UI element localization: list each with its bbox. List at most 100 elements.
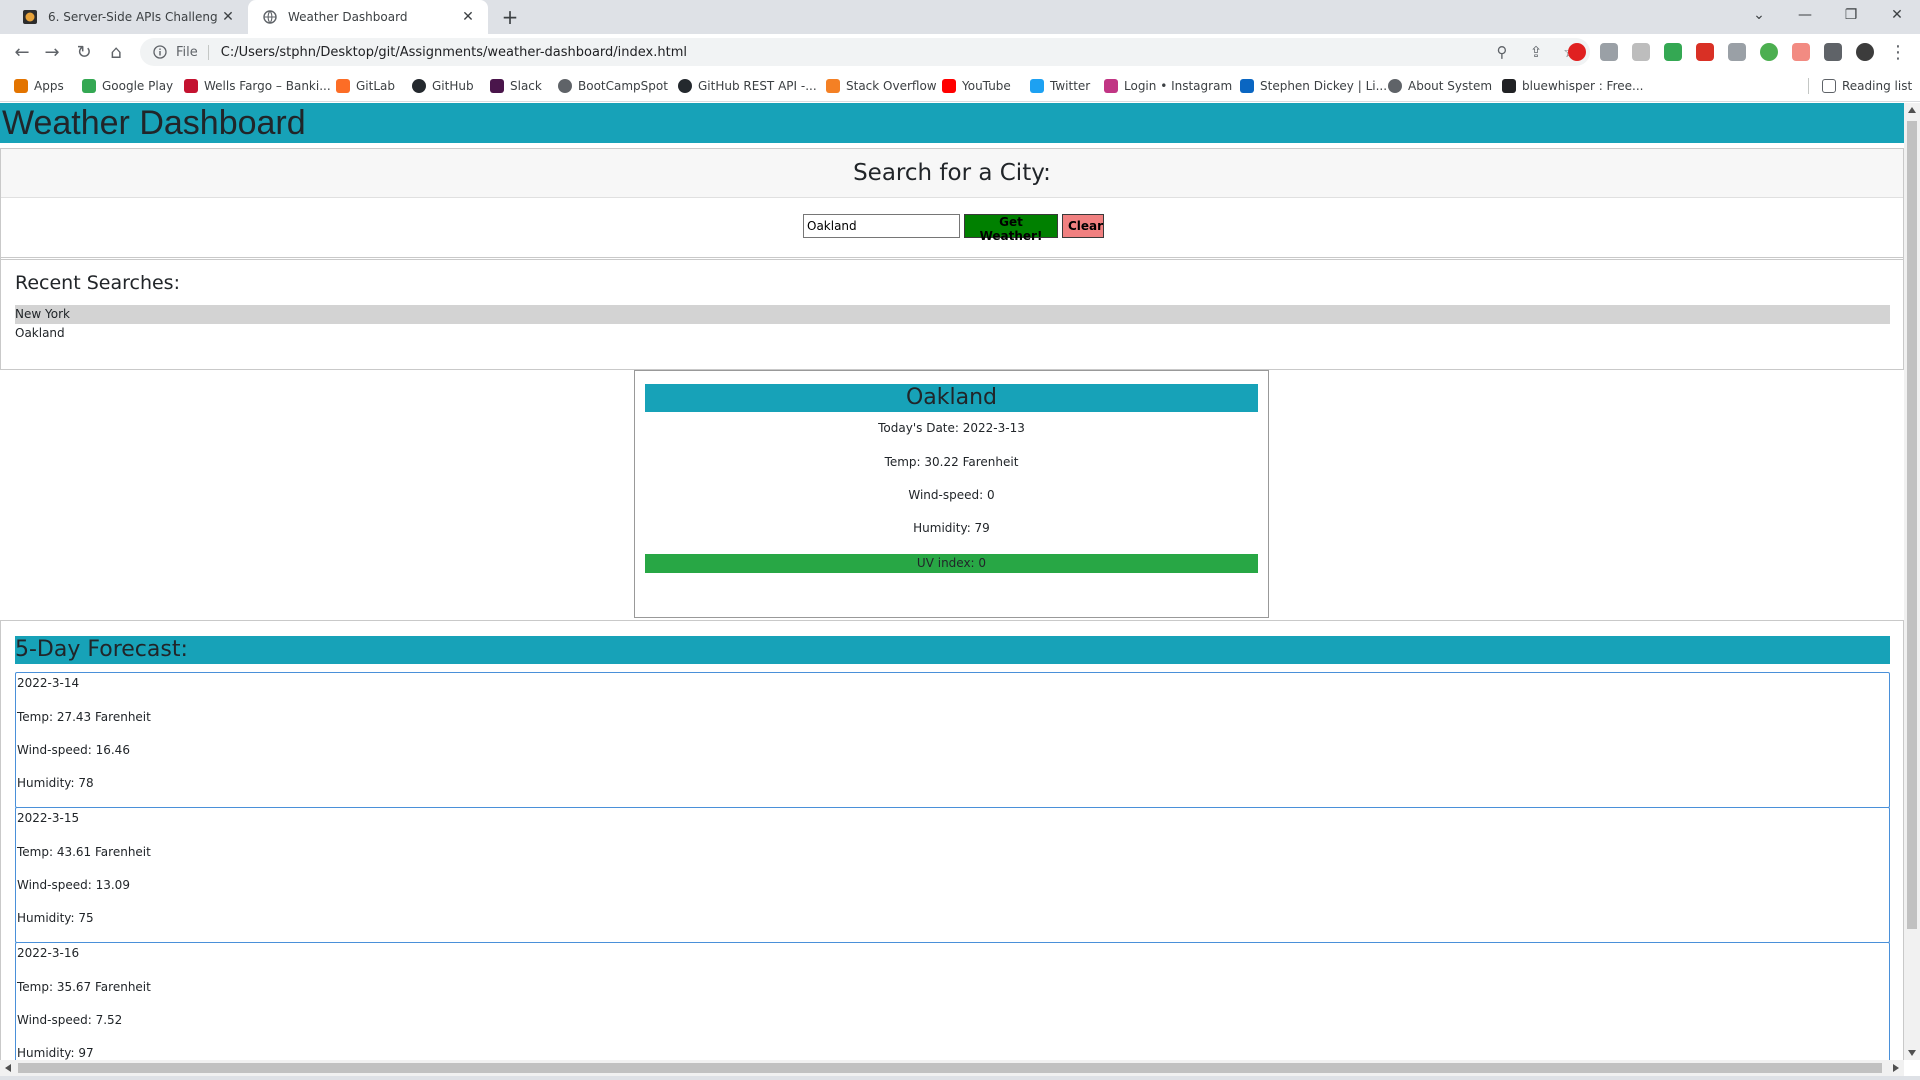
google-play-icon (82, 79, 96, 93)
forecast-wind: Wind-speed: 16.46 (17, 743, 130, 757)
bookmarks-bar: Apps Google Play Wells Fargo – Banki... … (0, 70, 1920, 102)
forecast-heading: 5-Day Forecast: (15, 636, 1890, 664)
bookmark-bluewhisper[interactable]: bluewhisper : Free... (1502, 77, 1643, 95)
google-drive-icon[interactable] (1664, 43, 1682, 61)
browser-toolbar: ← → ↻ ⌂ File C:/Users/stphn/Desktop/git/… (0, 34, 1920, 70)
bookmark-stack-overflow[interactable]: Stack Overflow (826, 77, 937, 95)
puzzle-extensions-icon[interactable] (1824, 43, 1842, 61)
scroll-up-icon[interactable] (1908, 107, 1916, 113)
zoom-icon[interactable]: ⚲ (1492, 42, 1512, 62)
scroll-right-icon[interactable] (1893, 1064, 1899, 1072)
globe-icon (558, 79, 572, 93)
page-header: Weather Dashboard (0, 103, 1904, 143)
recent-search-item[interactable]: New York (15, 305, 1890, 324)
scroll-down-icon[interactable] (1908, 1050, 1916, 1056)
canvas-favicon-icon (22, 9, 38, 25)
bookmark-bootcampspot[interactable]: BootCampSpot (558, 77, 668, 95)
forecast-date: 2022-3-15 (17, 811, 80, 825)
bookmark-about-system[interactable]: About System (1388, 77, 1492, 95)
bookmark-wells-fargo[interactable]: Wells Fargo – Banki... (184, 77, 331, 95)
forecast-temp: Temp: 27.43 Farenheit (17, 710, 151, 724)
current-date: Today's Date: 2022-3-13 (878, 421, 1025, 435)
reading-list-button[interactable]: Reading list (1822, 77, 1912, 95)
horizontal-scrollbar[interactable] (0, 1060, 1904, 1076)
restore-icon[interactable]: ❐ (1828, 0, 1874, 30)
new-tab-button[interactable]: + (498, 5, 522, 29)
globe-icon (262, 9, 278, 25)
reading-list-icon (1822, 79, 1836, 93)
bookmark-twitter[interactable]: Twitter (1030, 77, 1090, 95)
url-scheme: File (176, 44, 209, 60)
scroll-left-icon[interactable] (5, 1064, 11, 1072)
extension-badge-icon[interactable] (1696, 43, 1714, 61)
reload-icon[interactable]: ↻ (72, 40, 96, 64)
window-bottom-edge (0, 1076, 1920, 1080)
home-icon[interactable]: ⌂ (104, 40, 128, 64)
opera-extension-icon[interactable] (1568, 43, 1586, 61)
instagram-icon (1104, 79, 1118, 93)
current-temp: Temp: 30.22 Farenheit (884, 455, 1019, 469)
avatar[interactable] (1856, 43, 1874, 61)
horizontal-scroll-thumb[interactable] (18, 1063, 1882, 1073)
bookmark-instagram[interactable]: Login • Instagram (1104, 77, 1232, 95)
page-viewport: Weather Dashboard Search for a City: Get… (0, 103, 1904, 1060)
address-bar[interactable]: File C:/Users/stphn/Desktop/git/Assignme… (140, 38, 1590, 66)
vertical-scrollbar[interactable] (1904, 103, 1920, 1060)
stack-overflow-icon (826, 79, 840, 93)
extension-icon[interactable] (1632, 43, 1650, 61)
current-humidity: Humidity: 79 (913, 521, 990, 535)
search-card: Search for a City: Get Weather! Clear (0, 148, 1904, 260)
extension-icon[interactable] (1600, 43, 1618, 61)
github-icon (412, 79, 426, 93)
bookmark-github-rest-api[interactable]: GitHub REST API -... (678, 77, 817, 95)
window-close-icon[interactable]: ✕ (1874, 0, 1920, 30)
forecast-day-card: 2022-3-14 Temp: 27.43 Farenheit Wind-spe… (15, 672, 1890, 808)
url-text[interactable]: C:/Users/stphn/Desktop/git/Assignments/w… (221, 45, 687, 60)
tab-server-side-apis[interactable]: 6. Server-Side APIs Challenge: W ✕ (8, 0, 248, 34)
recent-searches-heading: Recent Searches: (15, 272, 180, 294)
tab-title: 6. Server-Side APIs Challenge: W (48, 10, 218, 24)
get-weather-button[interactable]: Get Weather! (964, 214, 1058, 243)
bookmark-google-play[interactable]: Google Play (82, 77, 173, 95)
slack-icon (490, 79, 504, 93)
clear-button[interactable]: Clear (1062, 214, 1104, 238)
forecast-day-card: 2022-3-16 Temp: 35.67 Farenheit Wind-spe… (15, 942, 1890, 1060)
grammarly-icon[interactable] (1760, 43, 1778, 61)
uv-index-badge: UV index: 0 (645, 554, 1258, 573)
wells-fargo-icon (184, 79, 198, 93)
vertical-scroll-thumb[interactable] (1907, 121, 1917, 929)
bookmark-youtube[interactable]: YouTube (942, 77, 1011, 95)
bookmark-apps[interactable]: Apps (14, 77, 64, 95)
bookmark-github[interactable]: GitHub (412, 77, 474, 95)
recent-search-item[interactable]: Oakland (15, 324, 1890, 343)
forecast-date: 2022-3-14 (17, 676, 80, 690)
forward-arrow-icon[interactable]: → (40, 40, 64, 64)
globe-icon (1388, 79, 1402, 93)
recent-searches-card: Recent Searches: New York Oakland (0, 257, 1904, 370)
back-arrow-icon[interactable]: ← (10, 40, 34, 64)
youtube-icon (942, 79, 956, 93)
bookmark-slack[interactable]: Slack (490, 77, 542, 95)
kebab-menu-icon[interactable]: ⋮ (1886, 40, 1910, 64)
minimize-icon[interactable]: — (1782, 0, 1828, 30)
close-icon[interactable]: ✕ (458, 7, 478, 27)
forecast-card: 5-Day Forecast: 2022-3-14 Temp: 27.43 Fa… (0, 620, 1904, 1060)
forecast-wind: Wind-speed: 7.52 (17, 1013, 123, 1027)
tab-search-chevron-icon[interactable]: ⌄ (1736, 0, 1782, 30)
bluewhisper-icon (1502, 79, 1516, 93)
bookmark-linkedin[interactable]: Stephen Dickey | Li... (1240, 77, 1387, 95)
forecast-wind: Wind-speed: 13.09 (17, 878, 130, 892)
close-icon[interactable]: ✕ (218, 7, 238, 27)
info-icon[interactable] (152, 44, 168, 60)
current-weather-card: Oakland Today's Date: 2022-3-13 Temp: 30… (634, 370, 1269, 618)
tab-weather-dashboard[interactable]: Weather Dashboard ✕ (248, 0, 488, 34)
twitter-icon (1030, 79, 1044, 93)
apps-grid-icon (14, 79, 28, 93)
extension-icon[interactable] (1792, 43, 1810, 61)
forecast-humidity: Humidity: 78 (17, 776, 94, 790)
city-search-input[interactable] (803, 214, 960, 238)
bookmark-gitlab[interactable]: GitLab (336, 77, 395, 95)
share-icon[interactable]: ⇪ (1526, 42, 1546, 62)
forecast-temp: Temp: 35.67 Farenheit (17, 980, 151, 994)
extension-icon[interactable] (1728, 43, 1746, 61)
